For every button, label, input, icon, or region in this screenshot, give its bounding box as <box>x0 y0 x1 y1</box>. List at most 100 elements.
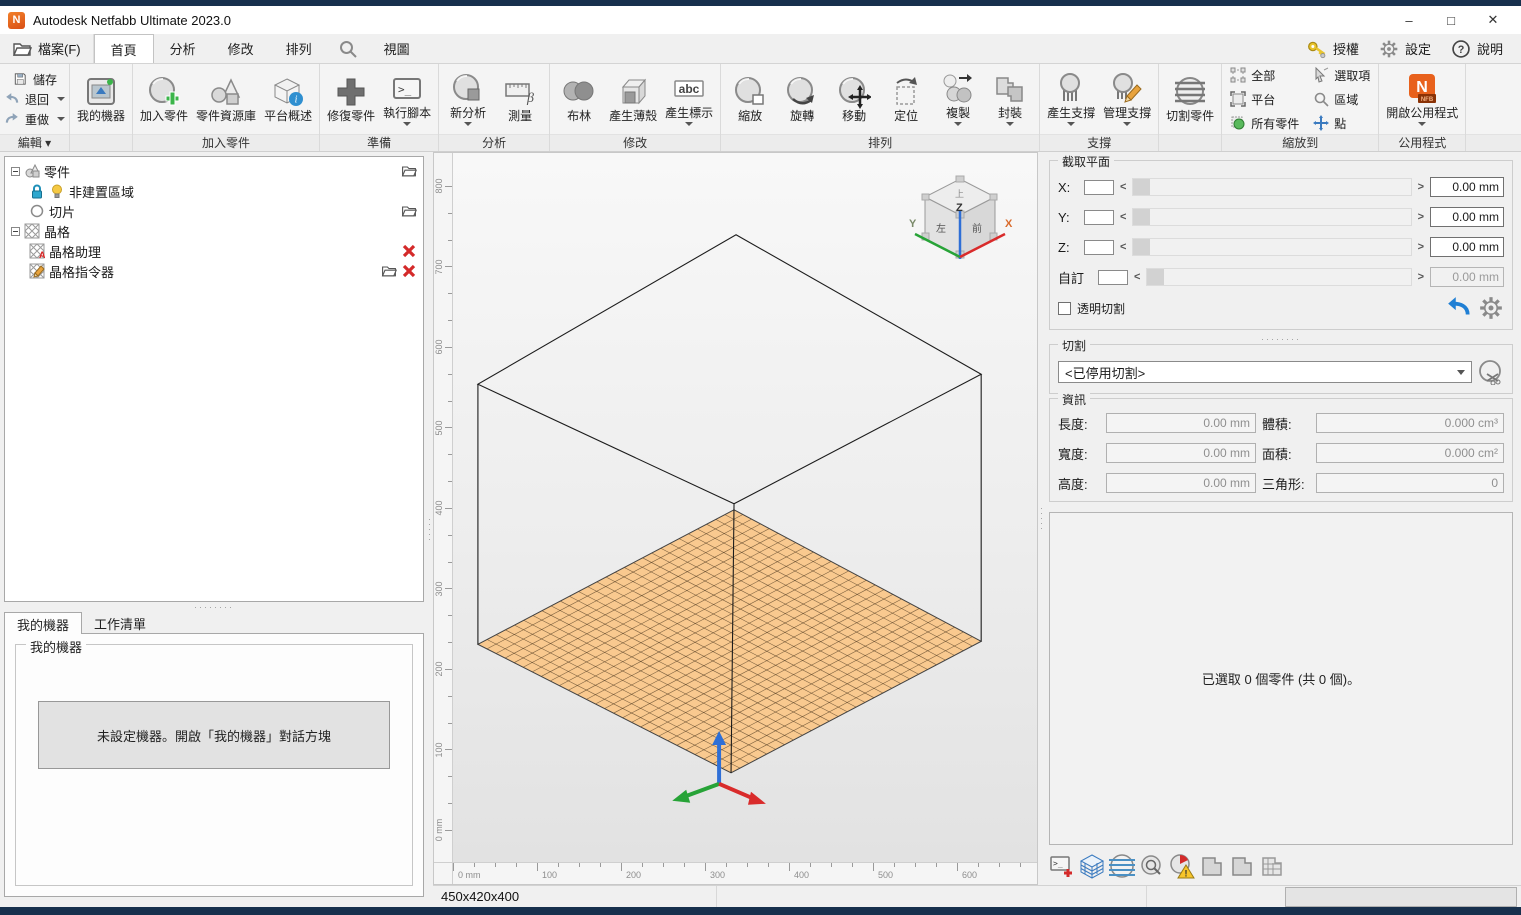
delete-icon[interactable] <box>401 263 417 279</box>
right-panel-splitter[interactable] <box>1049 334 1513 344</box>
pack-grid-icon[interactable] <box>1259 853 1285 879</box>
tree-item-parts[interactable]: 零件 <box>7 161 421 181</box>
create-label-button[interactable]: 產生標示 <box>662 72 716 126</box>
tab-view[interactable]: 視圖 <box>368 34 426 63</box>
open-utility-button[interactable]: 開啟公用程式 <box>1383 72 1461 126</box>
minimize-button[interactable]: – <box>1389 8 1429 32</box>
generate-support-button[interactable]: 產生支撐 <box>1044 72 1098 126</box>
collapse-icon[interactable] <box>11 227 20 236</box>
open-folder-icon[interactable] <box>401 203 417 219</box>
right-vertical-splitter[interactable] <box>1038 152 1045 885</box>
cube-face-front-label[interactable]: 前 <box>972 222 982 235</box>
run-script-button[interactable]: 執行腳本 <box>380 72 434 126</box>
create-label-dropdown-caret[interactable] <box>685 122 693 126</box>
save-button[interactable]: 儲存 <box>12 71 57 88</box>
open-folder-icon[interactable] <box>401 163 417 179</box>
tree-item-lattice-commander[interactable]: 晶格指令器 <box>25 261 421 281</box>
repair-part-button[interactable]: 修復零件 <box>324 75 378 123</box>
analysis-warning-icon[interactable] <box>1169 853 1195 879</box>
lattice-cube-icon[interactable] <box>1079 853 1105 879</box>
viewport-3d[interactable]: 8007006005004003002001000 mm <box>433 152 1038 885</box>
lock-icon[interactable] <box>29 183 45 199</box>
undo-dropdown-caret[interactable] <box>57 97 65 101</box>
scale-button[interactable]: 縮放 <box>725 75 775 123</box>
tree-item-lattice[interactable]: 晶格 <box>7 221 421 241</box>
license-button[interactable]: 授權 <box>1299 39 1367 59</box>
clip-z-increment[interactable]: > <box>1418 241 1424 253</box>
clip-y-value[interactable]: 0.00 mm <box>1430 207 1504 227</box>
clip-y-slider[interactable] <box>1132 208 1411 226</box>
zoom-all-parts-button[interactable]: 所有零件 <box>1230 115 1299 132</box>
orient-button[interactable]: 定位 <box>881 75 931 123</box>
tree-item-no-build-zone[interactable]: 非建置區域 <box>25 181 421 201</box>
execute-cut-icon[interactable] <box>1478 359 1504 385</box>
close-button[interactable]: ✕ <box>1473 8 1513 32</box>
tab-analysis[interactable]: 分析 <box>154 34 212 63</box>
generate-support-dropdown-caret[interactable] <box>1067 122 1075 126</box>
setup-machine-button[interactable]: 未設定機器。開啟「我的機器」對話方塊 <box>38 701 390 769</box>
clip-x-decrement[interactable]: < <box>1120 181 1126 193</box>
clip-x-toggle[interactable] <box>1084 180 1114 195</box>
zoom-selection-button[interactable]: 選取項 <box>1313 67 1370 84</box>
clipping-settings-gear-icon[interactable] <box>1478 295 1504 321</box>
zoom-region-button[interactable]: 區域 <box>1313 91 1370 108</box>
boolean-button[interactable]: 布林 <box>554 75 604 123</box>
platform-overview-button[interactable]: 平台概述 <box>261 75 315 123</box>
view-cube[interactable]: Y X 上 Z 左 前 <box>905 167 1015 271</box>
clip-z-toggle[interactable] <box>1084 240 1114 255</box>
rotate-button[interactable]: 旋轉 <box>777 75 827 123</box>
clip-custom-decrement[interactable]: < <box>1134 271 1140 283</box>
part-library-button[interactable]: 零件資源庫 <box>193 75 259 123</box>
clip-y-decrement[interactable]: < <box>1120 211 1126 223</box>
tab-arrange[interactable]: 排列 <box>270 34 328 63</box>
help-button[interactable]: 說明 <box>1443 39 1511 59</box>
clip-custom-increment[interactable]: > <box>1418 271 1424 283</box>
clip-custom-toggle[interactable] <box>1098 270 1128 285</box>
undo-button[interactable]: 退回 <box>4 91 65 108</box>
measure-button[interactable]: 測量 <box>495 75 545 123</box>
slice-view-icon[interactable] <box>1109 853 1135 879</box>
clip-z-slider[interactable] <box>1132 238 1411 256</box>
zoom-point-button[interactable]: 點 <box>1313 115 1370 132</box>
clip-x-slider-thumb[interactable] <box>1133 179 1150 195</box>
group-label-edit[interactable]: 編輯 ▾ <box>0 134 69 151</box>
cube-face-top-label[interactable]: 上 <box>955 189 964 199</box>
left-vertical-splitter[interactable] <box>426 152 433 907</box>
clip-x-increment[interactable]: > <box>1418 181 1424 193</box>
redo-dropdown-caret[interactable] <box>57 117 65 121</box>
bulb-icon[interactable] <box>49 183 65 199</box>
clip-y-increment[interactable]: > <box>1418 211 1424 223</box>
zoom-platform-button[interactable]: 平台 <box>1230 91 1299 108</box>
clip-z-slider-thumb[interactable] <box>1133 239 1150 255</box>
collapse-icon[interactable] <box>11 167 20 176</box>
pack-dropdown-caret[interactable] <box>1006 122 1014 126</box>
duplicate-dropdown-caret[interactable] <box>954 122 962 126</box>
tree-item-slices[interactable]: 切片 <box>25 201 421 221</box>
clip-custom-slider-thumb[interactable] <box>1147 269 1164 285</box>
clip-custom-slider[interactable] <box>1146 268 1411 286</box>
cut-part-button[interactable]: 切割零件 <box>1163 75 1217 123</box>
scene-canvas[interactable]: Y X 上 Z 左 前 <box>453 153 1037 862</box>
manage-support-dropdown-caret[interactable] <box>1123 122 1131 126</box>
add-part-button[interactable]: 加入零件 <box>137 75 191 123</box>
left-panel-splitter[interactable] <box>4 602 424 612</box>
maximize-button[interactable]: □ <box>1431 8 1471 32</box>
move-button[interactable]: 移動 <box>829 75 879 123</box>
ribbon-search-button[interactable] <box>328 34 368 63</box>
pack-tool-alt-icon[interactable] <box>1229 853 1255 879</box>
reset-clipping-icon[interactable] <box>1446 295 1472 321</box>
duplicate-button[interactable]: 複製 <box>933 72 983 126</box>
add-script-icon[interactable] <box>1049 853 1075 879</box>
tab-home[interactable]: 首頁 <box>94 34 154 63</box>
open-folder-icon[interactable] <box>381 263 397 279</box>
create-shell-button[interactable]: 產生薄殼 <box>606 75 660 123</box>
tree-item-lattice-assistant[interactable]: 晶格助理 <box>25 241 421 261</box>
clip-z-value[interactable]: 0.00 mm <box>1430 237 1504 257</box>
tab-my-machines[interactable]: 我的機器 <box>4 612 82 634</box>
clip-x-value[interactable]: 0.00 mm <box>1430 177 1504 197</box>
pack-tool-icon[interactable] <box>1199 853 1225 879</box>
zoom-all-button[interactable]: 全部 <box>1230 67 1299 84</box>
new-analysis-dropdown-caret[interactable] <box>464 122 472 126</box>
tab-job-list[interactable]: 工作清單 <box>82 612 158 634</box>
transparent-cut-checkbox[interactable] <box>1058 302 1071 315</box>
